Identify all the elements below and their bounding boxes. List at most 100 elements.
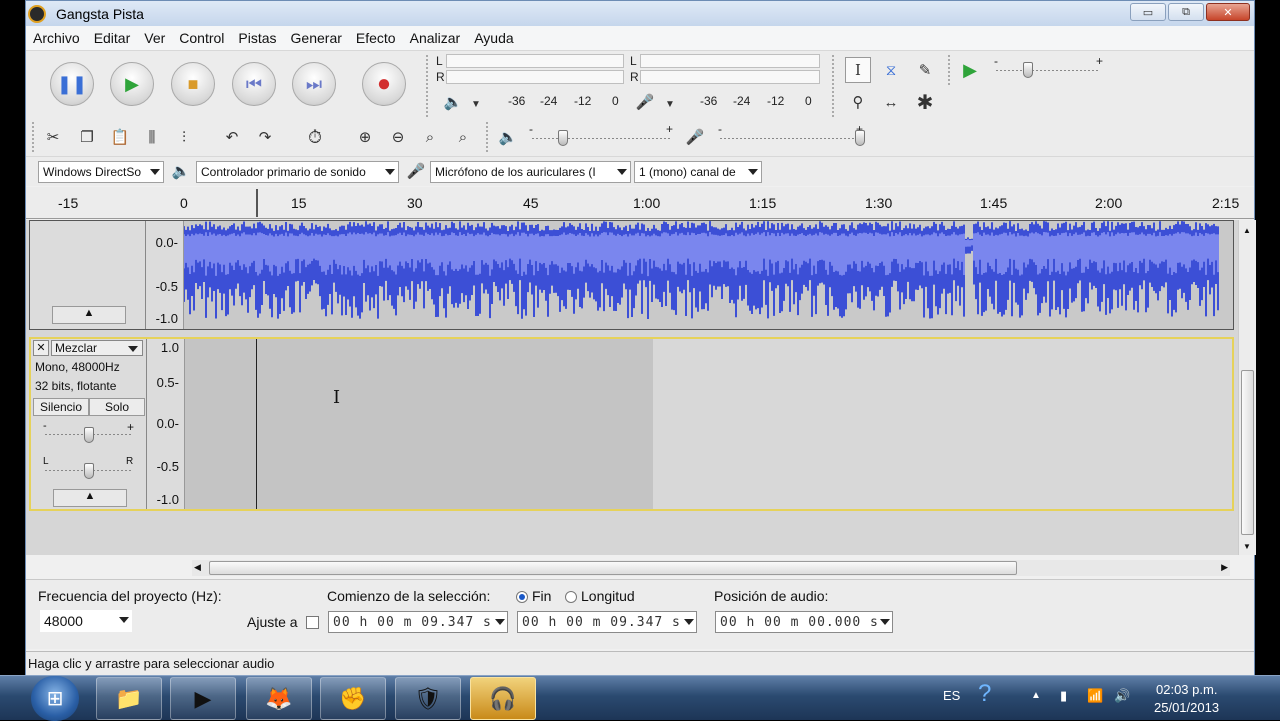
fit-project-icon[interactable]: ⌕ [450,124,476,150]
pan-slider[interactable] [84,463,94,479]
menu-archivo[interactable]: Archivo [33,30,80,46]
close-track-button[interactable]: ✕ [33,340,49,356]
track-name-menu[interactable]: Mezclar [51,340,143,356]
taskbar-app-glove[interactable]: ✊ [320,677,386,720]
multi-tool-icon[interactable]: ✱ [912,89,938,115]
track-2-info-panel[interactable]: ✕ Mezclar Mono, 48000Hz 32 bits, flotant… [31,339,147,509]
skip-end-button[interactable]: ⏭ [292,62,336,106]
close-button[interactable]: ✕ [1206,3,1250,21]
play-meter-dropdown-icon[interactable]: ▼ [463,91,489,117]
taskbar-security[interactable]: 🛡 [395,677,461,720]
selection-start-field[interactable]: 00 h 00 m 09.347 s [328,611,508,633]
scroll-right-icon[interactable]: ▶ [1221,562,1228,573]
menu-efecto[interactable]: Efecto [356,30,396,46]
vertical-scroll-thumb[interactable] [1241,370,1254,535]
play-scale-12: -12 [574,94,592,108]
taskbar-explorer[interactable]: 📁 [96,677,162,720]
timeshift-tool-icon[interactable]: ↔ [878,89,904,115]
undo-icon[interactable]: ↶ [219,124,245,150]
scroll-left-icon[interactable]: ◀ [194,562,201,573]
length-radio-dot[interactable] [565,591,577,604]
horizontal-scroll-thumb[interactable] [209,561,1017,575]
selection-tool-icon[interactable]: I [845,57,871,83]
microphone-meter-icon[interactable]: 🎤 [632,89,658,115]
pan-left-label: L [43,456,49,467]
help-icon[interactable]: ? [978,680,991,708]
minimize-button[interactable]: ▭ [1130,3,1166,21]
copy-icon[interactable]: ❐ [74,124,100,150]
project-rate-select[interactable]: 48000 [40,610,132,632]
rec-meter-dropdown-icon[interactable]: ▼ [657,91,683,117]
menu-ayuda[interactable]: Ayuda [474,30,513,46]
draw-tool-icon[interactable]: ✎ [912,57,938,83]
collapse-button[interactable]: ▲ [52,306,126,324]
input-device-select[interactable]: Micrófono de los auriculares (I [430,160,631,183]
input-volume-slider[interactable] [855,130,865,146]
play-at-speed-icon[interactable]: ▶ [957,57,983,83]
track-2: ✕ Mezclar Mono, 48000Hz 32 bits, flotant… [29,337,1234,511]
track-2-waveform[interactable]: I [185,339,1232,509]
start-button[interactable]: ⊞ [31,676,79,721]
mute-button[interactable]: Silencio [33,398,89,416]
scroll-down-icon[interactable]: ▼ [1243,542,1251,551]
menu-analizar[interactable]: Analizar [410,30,461,46]
zoom-out-icon[interactable]: ⊖ [385,124,411,150]
menu-generar[interactable]: Generar [291,30,342,46]
menu-ver[interactable]: Ver [144,30,165,46]
playback-speed-slider[interactable] [1023,62,1033,78]
fit-selection-icon[interactable]: ⌕ [417,124,443,150]
output-volume-slider[interactable] [558,130,568,146]
timeline-ruler[interactable]: -15 0 15 30 45 1:00 1:15 1:30 1:45 2:00 … [26,187,1254,219]
solo-button[interactable]: Solo [89,398,145,416]
end-radio[interactable]: Fin [516,588,551,604]
taskbar-audacity[interactable]: 🎧 [470,677,536,720]
selection-end-field[interactable]: 00 h 00 m 09.347 s [517,611,697,633]
menu-pistas[interactable]: Pistas [238,30,276,46]
zoom-tool-icon[interactable]: ⚲ [845,89,871,115]
stop-button[interactable]: ■ [171,62,215,106]
clock-date[interactable]: 25/01/2013 [1154,700,1219,715]
silence-icon[interactable]: ⫶ [171,124,197,150]
snap-checkbox[interactable] [306,616,319,629]
volume-icon[interactable]: 🔊 [1114,688,1130,704]
restore-button[interactable]: ⧉ [1168,3,1204,21]
record-button[interactable]: ● [362,62,406,106]
menu-editar[interactable]: Editar [94,30,131,46]
audio-host-select[interactable]: Windows DirectSo [38,160,164,183]
ruler-tick: -15 [58,195,79,211]
ruler-tick: 15 [291,195,307,211]
trim-icon[interactable]: ⫼ [139,124,165,150]
pause-button[interactable]: ❚❚ [50,62,94,106]
cut-icon[interactable]: ✂ [40,124,66,150]
menu-control[interactable]: Control [179,30,224,46]
skip-start-button[interactable]: ⏮ [232,62,276,106]
output-device-select[interactable]: Controlador primario de sonido [196,160,399,183]
collapse-button[interactable]: ▲ [53,489,127,507]
taskbar-firefox[interactable]: 🦊 [246,677,312,720]
gain-slider[interactable] [84,427,94,443]
vertical-scrollbar[interactable]: ▲ ▼ [1238,220,1256,555]
paste-icon[interactable]: 📋 [107,124,133,150]
show-hidden-icons-icon[interactable]: ▲ [1031,690,1041,701]
network-icon[interactable]: 📶 [1087,688,1103,704]
clock-time[interactable]: 02:03 p.m. [1156,682,1217,697]
redo-icon[interactable]: ↷ [252,124,278,150]
taskbar-media-player[interactable]: ▶ [170,677,236,720]
envelope-tool-icon[interactable]: ⧖ [878,57,904,83]
output-minus: - [529,122,533,136]
scroll-up-icon[interactable]: ▲ [1243,226,1251,235]
end-radio-dot[interactable] [516,591,528,604]
battery-icon[interactable]: ▮ [1060,688,1067,704]
channels-select[interactable]: 1 (mono) canal de [634,160,762,183]
horizontal-scrollbar[interactable]: ◀ ▶ [192,560,1230,576]
language-indicator[interactable]: ES [943,688,960,703]
length-radio[interactable]: Longitud [565,588,635,604]
audio-position-field[interactable]: 00 h 00 m 00.000 s [715,611,893,633]
play-scale-0: 0 [612,94,619,108]
zoom-in-icon[interactable]: ⊕ [352,124,378,150]
track-1-info-panel[interactable]: ▲ [30,221,146,329]
play-button[interactable]: ▶ [110,62,154,106]
track-1-waveform[interactable] [184,221,1233,329]
sync-lock-icon[interactable]: ⏱ [302,124,328,150]
scale-label: -0.5 [155,279,178,294]
